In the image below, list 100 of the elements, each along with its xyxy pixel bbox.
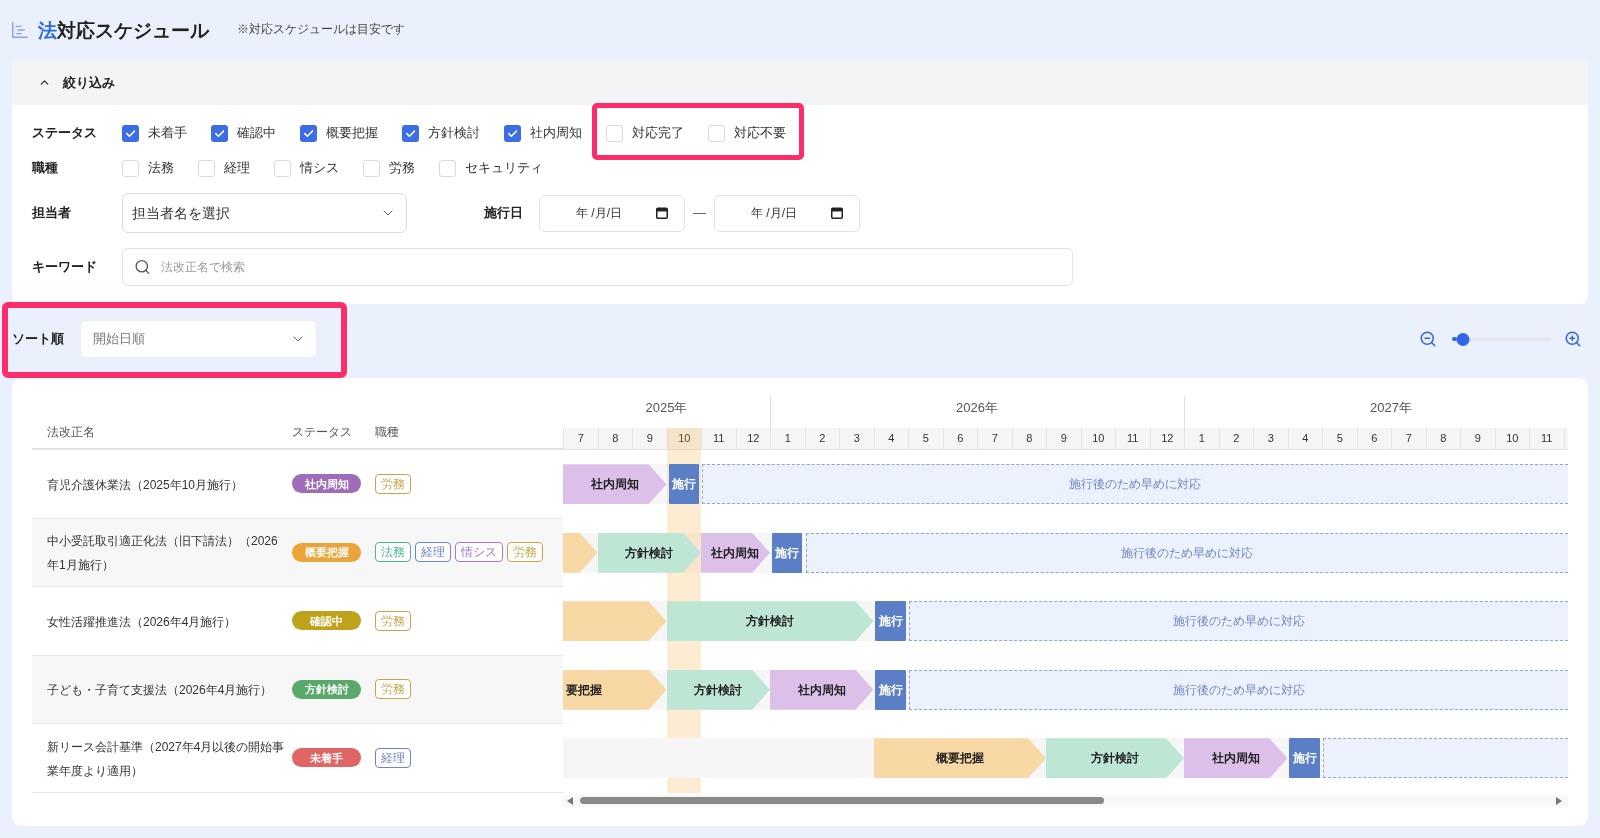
- search-field[interactable]: 法改正名で検索: [122, 248, 1073, 286]
- check-icon: [125, 129, 136, 137]
- filter-label: ステータス: [32, 124, 98, 143]
- month-header: 10: [1081, 428, 1116, 449]
- post-period-band: 施行後のため早めに対応: [805, 532, 1568, 573]
- status-badge: 未着手: [292, 748, 361, 768]
- month-header: 12: [1150, 428, 1185, 449]
- calendar-icon[interactable]: [831, 207, 843, 219]
- law-name: 育児介護休業法（2025年10月施行）: [47, 477, 244, 492]
- checkbox-label: 確認中: [237, 124, 276, 143]
- column-header: 法改正名: [47, 425, 95, 439]
- checkbox-label: 社内周知: [530, 124, 582, 143]
- calendar-icon[interactable]: [656, 207, 668, 219]
- date-field[interactable]: 年 /月/日: [539, 194, 685, 232]
- checkbox[interactable]: [504, 124, 521, 142]
- milestone-block: 施行: [1289, 738, 1321, 779]
- slider-thumb[interactable]: [1456, 332, 1470, 346]
- month-header: 4: [1288, 428, 1323, 449]
- month-header: 10: [667, 428, 702, 449]
- job-tag: 労務: [375, 473, 411, 494]
- year-label: 2026年: [956, 399, 998, 418]
- month-header: 3: [840, 428, 875, 449]
- zoom-in-icon[interactable]: [1564, 330, 1582, 348]
- month-header: 6: [943, 428, 978, 449]
- month-header: 11: [1530, 428, 1565, 449]
- checkbox[interactable]: [300, 124, 317, 142]
- month-header: 5: [1323, 428, 1358, 449]
- checkbox-label: 情シス: [300, 159, 339, 178]
- checkbox[interactable]: [198, 159, 215, 177]
- checkbox-label: セキュリティ: [465, 159, 543, 178]
- milestone-block: 施行: [772, 532, 803, 573]
- status-badge: 社内周知: [292, 474, 361, 494]
- scrollbar-thumb[interactable]: [580, 797, 1104, 804]
- month-header: 8: [1012, 428, 1047, 449]
- checkbox-label: 経理: [224, 159, 250, 178]
- month-header: 9: [1461, 428, 1496, 449]
- filter-label: 職種: [32, 159, 59, 178]
- month-header: 2: [805, 428, 840, 449]
- checkbox-label: 概要把握: [326, 124, 378, 143]
- job-tag: 労務: [375, 679, 411, 700]
- month-header: 9: [633, 428, 668, 449]
- status-badge: 確認中: [292, 611, 361, 631]
- milestone-block: 施行: [875, 669, 906, 710]
- checkbox[interactable]: [122, 159, 139, 177]
- checkbox-label: 法務: [148, 159, 174, 178]
- post-period-band: 施行後のため早めに対応: [909, 669, 1568, 710]
- month-header: 8: [598, 428, 633, 449]
- checkbox[interactable]: [708, 124, 725, 142]
- month-header: 11: [702, 428, 737, 449]
- assignee-select[interactable]: 担当者名を選択: [122, 193, 407, 233]
- milestone-block: 施行: [668, 464, 699, 505]
- month-header: 12: [736, 428, 771, 449]
- horizontal-scrollbar[interactable]: [563, 794, 1568, 807]
- milestone-block: 施行: [875, 601, 906, 642]
- checkbox-label: 対応完了: [632, 124, 684, 143]
- checkbox[interactable]: [402, 124, 419, 142]
- month-header: 5: [909, 428, 944, 449]
- law-name: 子ども・子育て支援法（2026年4月施行）: [47, 683, 273, 698]
- month-header: 6: [1357, 428, 1392, 449]
- checkbox-label: 労務: [389, 159, 415, 178]
- page-title: 法対応スケジュール: [38, 20, 209, 40]
- checkbox-label: 方針検討: [428, 124, 480, 143]
- month-header: 10: [1495, 428, 1530, 449]
- post-period-band: 施行後のため早めに対応: [909, 601, 1568, 642]
- filter-label: キーワード: [32, 258, 98, 277]
- checkbox[interactable]: [363, 159, 380, 177]
- job-tag: 情シス: [455, 542, 503, 563]
- checkbox[interactable]: [211, 124, 228, 142]
- checkbox[interactable]: [274, 159, 291, 177]
- checkbox-label: 未着手: [148, 124, 187, 143]
- month-header: 8: [1426, 428, 1461, 449]
- column-header: 職種: [375, 425, 399, 439]
- status-badge: 概要把握: [292, 542, 361, 562]
- month-header: 7: [978, 428, 1013, 449]
- check-icon: [214, 129, 225, 137]
- law-name: 女性活躍推進法（2026年4月施行）: [47, 614, 237, 629]
- filter-label: 担当者: [32, 204, 72, 223]
- scroll-left-icon[interactable]: [567, 796, 573, 805]
- filter-label: 施行日: [484, 204, 524, 223]
- sort-select[interactable]: 開始日順: [80, 320, 317, 358]
- post-period-band: 施行後のため早めに対応: [702, 464, 1568, 505]
- filter-panel-header[interactable]: 絞り込み: [12, 60, 1588, 105]
- law-name: 中小受託取引適正化法（旧下請法）（2026年1月施行）: [47, 534, 278, 573]
- law-name: 新リース会計基準（2027年4月以後の開始事業年度より適用）: [47, 739, 285, 778]
- date-field[interactable]: 年 /月/日: [714, 194, 860, 232]
- year-label: 2025年: [645, 399, 688, 418]
- scroll-right-icon[interactable]: [1556, 796, 1562, 805]
- gantt-chart-icon: [12, 22, 28, 38]
- date-range-separator: —: [693, 204, 706, 223]
- job-tag: 労務: [507, 542, 543, 563]
- status-badge: 方針検討: [292, 679, 361, 699]
- checkbox[interactable]: [606, 124, 623, 142]
- checkbox[interactable]: [122, 124, 139, 142]
- check-icon: [507, 129, 518, 137]
- column-header: ステータス: [292, 425, 352, 439]
- month-header: 2: [1219, 428, 1254, 449]
- checkbox-label: 対応不要: [734, 124, 786, 143]
- zoom-out-icon[interactable]: [1419, 330, 1437, 348]
- zoom-slider[interactable]: [1452, 332, 1552, 346]
- checkbox[interactable]: [439, 159, 456, 177]
